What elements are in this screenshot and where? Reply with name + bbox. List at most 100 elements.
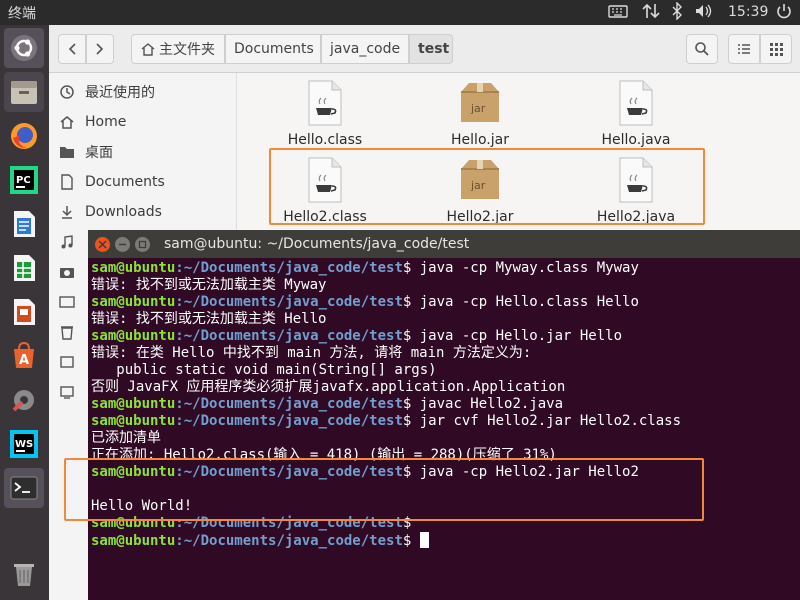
output-highlight-box xyxy=(64,458,704,521)
minimize-button[interactable] xyxy=(115,237,130,252)
sidebar-item-desktop[interactable]: 桌面 xyxy=(49,137,237,167)
breadcrumb-label: Documents xyxy=(234,41,314,57)
launcher: PC A WS xyxy=(0,25,49,600)
terminal-command-line: sam@ubuntu:~/Documents/java_code/test$ j… xyxy=(91,260,797,277)
list-icon xyxy=(738,44,750,54)
volume-icon[interactable] xyxy=(694,2,714,26)
prompt-symbol: $ xyxy=(402,413,420,429)
home-icon xyxy=(49,114,85,130)
minimize-icon xyxy=(119,243,126,246)
back-button[interactable] xyxy=(58,34,86,64)
keyboard-icon[interactable] xyxy=(608,2,628,26)
breadcrumb-test[interactable]: test xyxy=(409,34,453,64)
terminal-icon[interactable] xyxy=(4,468,44,508)
close-button[interactable] xyxy=(95,237,110,252)
terminal-command-line: sam@ubuntu:~/Documents/java_code/test$ xyxy=(91,532,797,549)
output-text: 已添加清单 xyxy=(91,430,161,446)
power-icon[interactable] xyxy=(775,2,793,26)
sidebar-item-recent[interactable]: 最近使用的 xyxy=(49,77,237,107)
prompt-path: :~/Documents/java_code/test xyxy=(175,260,403,276)
breadcrumb-java-code[interactable]: java_code xyxy=(321,34,409,64)
svg-text:jar: jar xyxy=(470,102,486,115)
maximize-button[interactable] xyxy=(135,237,150,252)
output-text: 错误: 在类 Hello 中找不到 main 方法, 请将 main 方法定义为… xyxy=(91,345,532,361)
search-button[interactable] xyxy=(686,34,718,64)
file-item[interactable]: jar Hello.jar xyxy=(425,80,535,148)
prompt-path: :~/Documents/java_code/test xyxy=(175,294,403,310)
sidebar-item-home[interactable]: Home xyxy=(49,107,237,137)
list-view-button[interactable] xyxy=(728,34,760,64)
terminal-window: sam@ubuntu: ~/Documents/java_code/test s… xyxy=(88,230,800,600)
prompt-path: :~/Documents/java_code/test xyxy=(175,413,403,429)
output-text: public static void main(String[] args) xyxy=(91,362,437,378)
network-transfer-icon[interactable] xyxy=(641,2,661,26)
svg-text:WS: WS xyxy=(15,439,33,450)
software-center-icon[interactable]: A xyxy=(4,336,44,376)
sidebar-item-label: Documents xyxy=(85,174,165,190)
files-icon[interactable] xyxy=(4,72,44,112)
prompt-user: sam@ubuntu xyxy=(91,533,176,549)
maximize-icon xyxy=(138,240,147,249)
impress-icon[interactable] xyxy=(4,292,44,332)
video-icon xyxy=(49,294,85,310)
prompt-symbol: $ xyxy=(402,294,420,310)
prompt-user: sam@ubuntu xyxy=(91,328,176,344)
terminal-output-line: 否则 JavaFX 应用程序类必须扩展javafx.application.Ap… xyxy=(91,379,797,396)
breadcrumb-label: java_code xyxy=(330,41,401,57)
output-text: 错误: 找不到或无法加载主类 Myway xyxy=(91,277,327,293)
camera-icon xyxy=(49,264,85,280)
writer-icon[interactable] xyxy=(4,204,44,244)
prompt-path: :~/Documents/java_code/test xyxy=(175,396,403,412)
home-icon xyxy=(141,43,155,56)
prompt-user: sam@ubuntu xyxy=(91,413,176,429)
forward-button[interactable] xyxy=(86,34,114,64)
drive-icon xyxy=(49,354,85,370)
prompt-user: sam@ubuntu xyxy=(91,396,176,412)
java-class-icon xyxy=(308,80,342,126)
calc-icon[interactable] xyxy=(4,248,44,288)
breadcrumb-documents[interactable]: Documents xyxy=(225,34,321,64)
terminal-titlebar: sam@ubuntu: ~/Documents/java_code/test xyxy=(88,230,800,258)
terminal-output-line: 错误: 找不到或无法加载主类 Hello xyxy=(91,311,797,328)
chevron-left-icon xyxy=(68,43,76,55)
files-highlight-box xyxy=(269,148,705,225)
top-panel: 终端 15:39 xyxy=(0,0,800,25)
command-text: javac Hello2.java xyxy=(419,396,564,412)
breadcrumb-home[interactable]: 主文件夹 xyxy=(131,34,225,64)
sidebar-item-label: 最近使用的 xyxy=(85,85,155,101)
prompt-symbol: $ xyxy=(402,533,420,549)
prompt-symbol: $ xyxy=(402,396,420,412)
bluetooth-icon[interactable] xyxy=(670,1,684,26)
webstorm-icon[interactable]: WS xyxy=(4,424,44,464)
desktop-folder-icon xyxy=(49,144,85,160)
file-item[interactable]: Hello.class xyxy=(270,80,380,148)
terminal-output-line: public static void main(String[] args) xyxy=(91,362,797,379)
terminal-title: sam@ubuntu: ~/Documents/java_code/test xyxy=(164,236,470,252)
terminal-command-line: sam@ubuntu:~/Documents/java_code/test$ j… xyxy=(91,413,797,430)
clock[interactable]: 15:39 xyxy=(728,2,768,22)
close-icon xyxy=(98,240,107,249)
document-icon xyxy=(49,174,85,190)
prompt-symbol: $ xyxy=(402,328,420,344)
file-name: Hello.jar xyxy=(451,132,509,148)
ubuntu-dash-icon[interactable] xyxy=(4,28,44,68)
search-icon xyxy=(695,42,709,56)
firefox-icon[interactable] xyxy=(4,116,44,156)
sidebar-item-downloads[interactable]: Downloads xyxy=(49,197,237,227)
chevron-right-icon xyxy=(96,43,104,55)
sidebar-item-documents[interactable]: Documents xyxy=(49,167,237,197)
prompt-user: sam@ubuntu xyxy=(91,294,176,310)
header-bar: 主文件夹 Documents java_code test xyxy=(49,25,800,73)
java-source-icon xyxy=(619,80,653,126)
sidebar-item-label: Home xyxy=(85,114,127,130)
file-item[interactable]: Hello.java xyxy=(581,80,691,148)
trash-icon[interactable] xyxy=(4,554,44,594)
clock-icon xyxy=(49,84,85,100)
prompt-symbol: $ xyxy=(402,260,420,276)
terminal-cursor xyxy=(419,532,429,548)
command-text: java -cp Hello.class Hello xyxy=(419,294,639,310)
terminal-output-line: 错误: 在类 Hello 中找不到 main 方法, 请将 main 方法定义为… xyxy=(91,345,797,362)
pycharm-icon[interactable]: PC xyxy=(4,160,44,200)
settings-icon[interactable] xyxy=(4,380,44,420)
grid-view-button[interactable] xyxy=(760,34,792,64)
